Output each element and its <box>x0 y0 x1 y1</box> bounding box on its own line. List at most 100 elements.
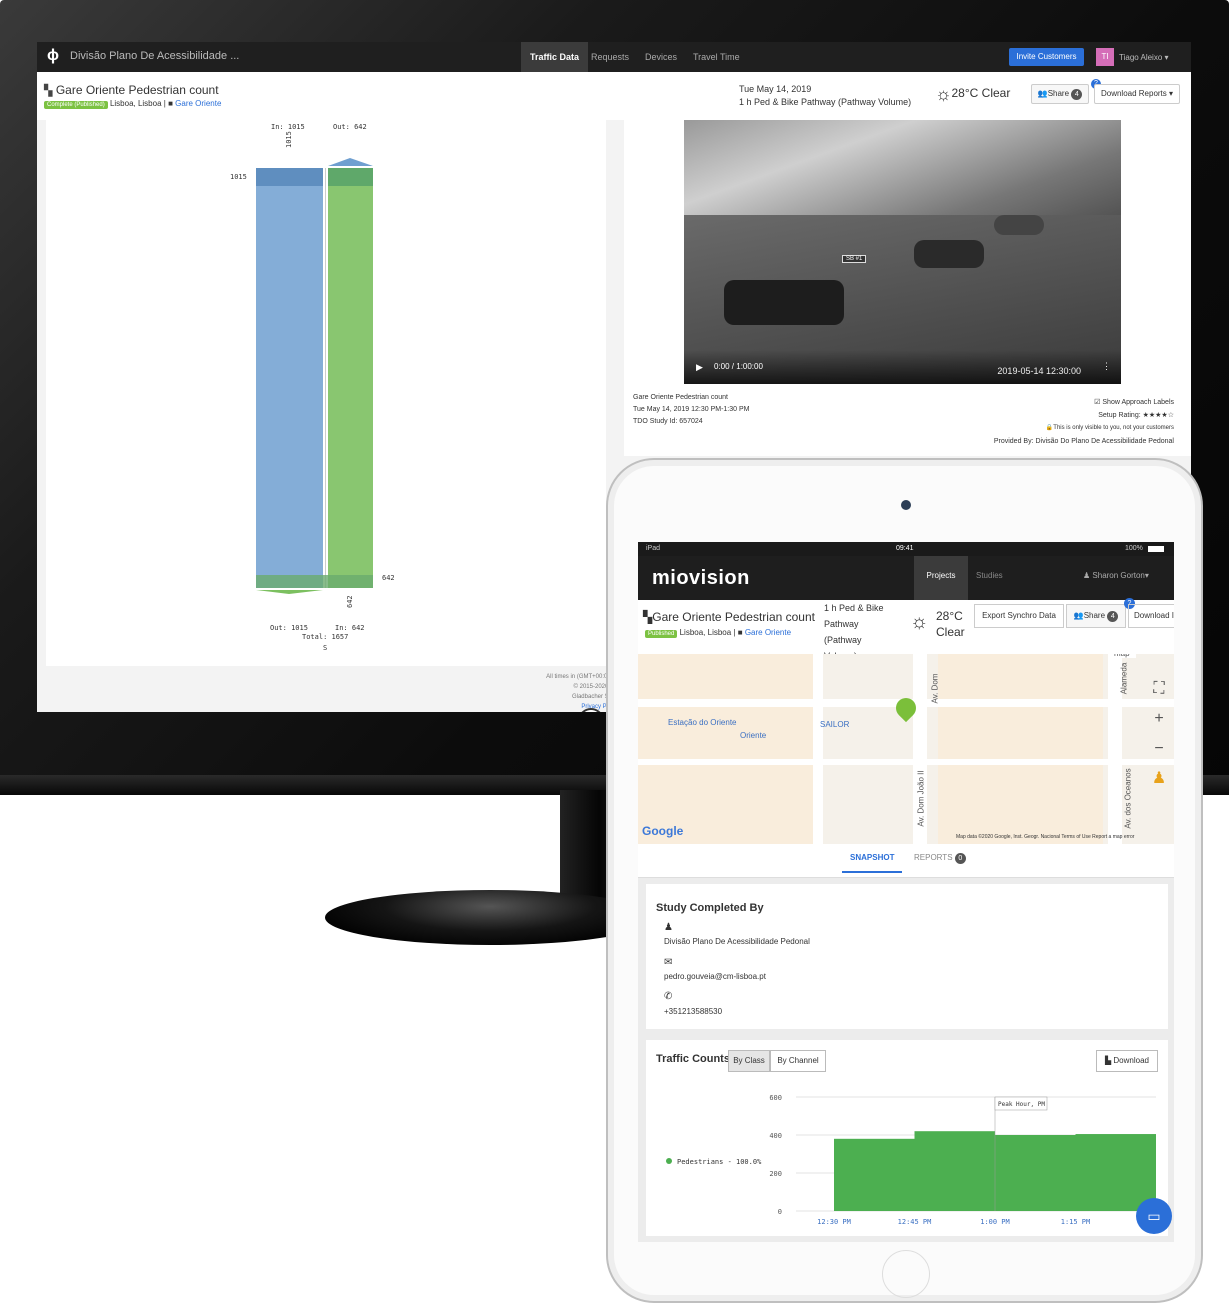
user-menu[interactable]: Tiago Aleixo ▾ <box>1119 53 1169 62</box>
copy-icon[interactable]: ▚ <box>643 610 652 624</box>
video-time: 0:00 / 1:00:00 <box>714 362 763 371</box>
video-panel: SB #1 ▶ 0:00 / 1:00:00 2019-05-14 12:30:… <box>624 120 1191 456</box>
map[interactable]: Estação do Oriente Oriente SAILOR Av. Do… <box>638 654 1174 844</box>
tab-projects[interactable]: Projects <box>914 556 968 600</box>
chart-bar[interactable] <box>1075 1134 1157 1211</box>
envelope-icon: ✉ <box>664 957 673 968</box>
copy-icon[interactable]: ▚ <box>44 85 52 97</box>
org-name: Divisão Plano De Acessibilidade Pedonal <box>664 937 810 946</box>
page-title: ▚Gare Oriente Pedestrian count <box>643 610 815 624</box>
tablet-navbar: miovision Projects Studies ♟ Sharon Gort… <box>638 556 1174 600</box>
zoom-out-icon[interactable]: − <box>1146 734 1172 764</box>
play-icon[interactable]: ▶ <box>696 362 703 373</box>
share-button[interactable]: 👥Share 4 <box>1031 84 1089 104</box>
rating-stars: ★★★★☆ <box>1142 412 1174 419</box>
download-label: Download <box>1113 1056 1149 1065</box>
y-tick-label: 600 <box>769 1094 782 1102</box>
chart-legend[interactable]: Pedestrians - 100.0% <box>666 1158 761 1166</box>
share-button[interactable]: 👥Share 4 <box>1066 604 1126 628</box>
tablet-study-header: ▚Gare Oriente Pedestrian count Published… <box>638 598 1174 661</box>
weather-temp: 28°C <box>936 609 963 623</box>
miovision-logo[interactable]: miovision <box>652 567 750 590</box>
pegman-icon[interactable]: ♟ <box>1146 764 1172 794</box>
contact-phone[interactable]: +351213588530 <box>664 1007 722 1016</box>
user-icon: ♟ <box>664 922 673 933</box>
sun-icon: ☼ <box>910 611 929 633</box>
map-label: Av. dos Oceanos <box>1123 768 1133 829</box>
status-badge: Published <box>645 630 678 638</box>
share-count: 4 <box>1107 611 1119 622</box>
tab-travel-time[interactable]: Travel Time <box>684 42 749 72</box>
right-tick-label: 642 <box>382 574 395 582</box>
export-synchro-button[interactable]: Export Synchro Data <box>974 604 1064 628</box>
tab-snapshot[interactable]: SNAPSHOT <box>842 853 903 873</box>
folder-link[interactable]: Gare Oriente <box>175 99 221 108</box>
y-tick-label: 200 <box>769 1170 782 1178</box>
tab-devices[interactable]: Devices <box>636 42 686 72</box>
video-overlay-tag: SB #1 <box>842 255 867 263</box>
in-arrow-bottom <box>256 590 323 594</box>
in-bar[interactable] <box>256 168 323 588</box>
tablet-tabs: SNAPSHOT REPORTS 0 <box>638 844 1174 878</box>
tab-studies[interactable]: Studies <box>976 556 1003 600</box>
by-class-button[interactable]: By Class <box>728 1050 770 1072</box>
location-text: Lisboa, Lisboa | <box>109 99 166 108</box>
user-menu[interactable]: ♟ Sharon Gorton▾ <box>1083 571 1149 580</box>
app-title[interactable]: Divisão Plano De Acessibilidade ... <box>70 50 239 62</box>
weather-condition: Clear <box>936 625 965 639</box>
contact-email[interactable]: pedro.gouveia@cm-lisboa.pt <box>664 972 766 981</box>
more-options-icon[interactable]: ⋮ <box>1102 361 1111 372</box>
tab-requests[interactable]: Requests <box>582 42 638 72</box>
direction-label: S <box>323 644 327 652</box>
map-credit: Map data ©2020 Google, Inst. Geogr. Naci… <box>956 834 1135 840</box>
chart-bar[interactable] <box>834 1138 915 1211</box>
x-tick-label: 1:00 PM <box>980 1218 1010 1226</box>
status-time: 09:41 <box>896 545 914 552</box>
folder-link[interactable]: Gare Oriente <box>745 628 791 637</box>
by-channel-button[interactable]: By Channel <box>770 1050 826 1072</box>
map-area <box>638 654 813 844</box>
top-vertical-label: 1015 <box>285 131 293 148</box>
study-duration: 1 h Ped & Bike Pathway (Pathway Volume) <box>739 97 912 107</box>
top-in-label: In: 1015 <box>271 123 305 131</box>
download-chart-button[interactable]: ▙ Download <box>1096 1050 1158 1072</box>
map-controls: ⛶ + − ♟ <box>1146 674 1172 794</box>
map-label: Alameda <box>1119 662 1129 695</box>
zoom-in-icon[interactable]: + <box>1146 704 1172 734</box>
legend-dot <box>666 1158 672 1164</box>
folder-icon: ■ <box>168 99 173 108</box>
map-type-button[interactable]: map <box>1108 654 1136 658</box>
x-tick-label: 12:30 PM <box>817 1218 851 1226</box>
map-road <box>638 759 1174 765</box>
flow-diagram-panel: In: 1015 Out: 642 1015 1015 642 642 Out:… <box>46 120 606 712</box>
users-icon: 👥 <box>1073 611 1084 620</box>
total-label: Total: 1657 <box>302 633 348 641</box>
show-labels-text[interactable]: Show Approach Labels <box>1102 399 1174 406</box>
map-label: Av. Dom <box>930 673 940 704</box>
fullscreen-icon[interactable]: ⛶ <box>1146 674 1172 704</box>
tab-traffic-data[interactable]: Traffic Data <box>521 42 589 72</box>
miovision-logo-icon[interactable]: ϕ <box>47 47 59 65</box>
video-info: Gare Oriente Pedestrian count Tue May 14… <box>633 392 749 428</box>
video-player[interactable]: SB #1 ▶ 0:00 / 1:00:00 2019-05-14 12:30:… <box>684 120 1121 384</box>
home-button[interactable] <box>882 1250 930 1298</box>
weather: ☼28°C Clear <box>935 84 1010 105</box>
provided-by: Provided By: Divisão Do Plano De Acessib… <box>993 438 1174 445</box>
chart-bar[interactable] <box>995 1135 1076 1211</box>
download-button[interactable]: Download I <box>1128 604 1174 628</box>
avatar[interactable]: TI <box>1096 48 1114 66</box>
checkbox-icon[interactable]: ☑ <box>1094 399 1100 406</box>
invite-customers-button[interactable]: Invite Customers <box>1009 48 1084 66</box>
study-title-text: Gare Oriente Pedestrian count <box>55 83 219 97</box>
chart-bar[interactable] <box>914 1131 996 1211</box>
video-options: ☑ Show Approach Labels Setup Rating: ★★★… <box>994 396 1174 448</box>
bottom-vertical-label: 642 <box>346 595 354 608</box>
chat-icon[interactable]: ▭ <box>1136 1198 1172 1234</box>
folder-icon: ■ <box>737 628 743 637</box>
out-bar[interactable] <box>328 168 373 588</box>
share-count: 4 <box>1071 89 1083 100</box>
map-label: Estação do Oriente <box>668 718 737 727</box>
flow-diagram: In: 1015 Out: 642 1015 1015 642 642 Out:… <box>230 123 395 652</box>
download-reports-button[interactable]: Download Reports ▾ <box>1094 84 1180 104</box>
tab-reports[interactable]: REPORTS 0 <box>914 853 966 864</box>
